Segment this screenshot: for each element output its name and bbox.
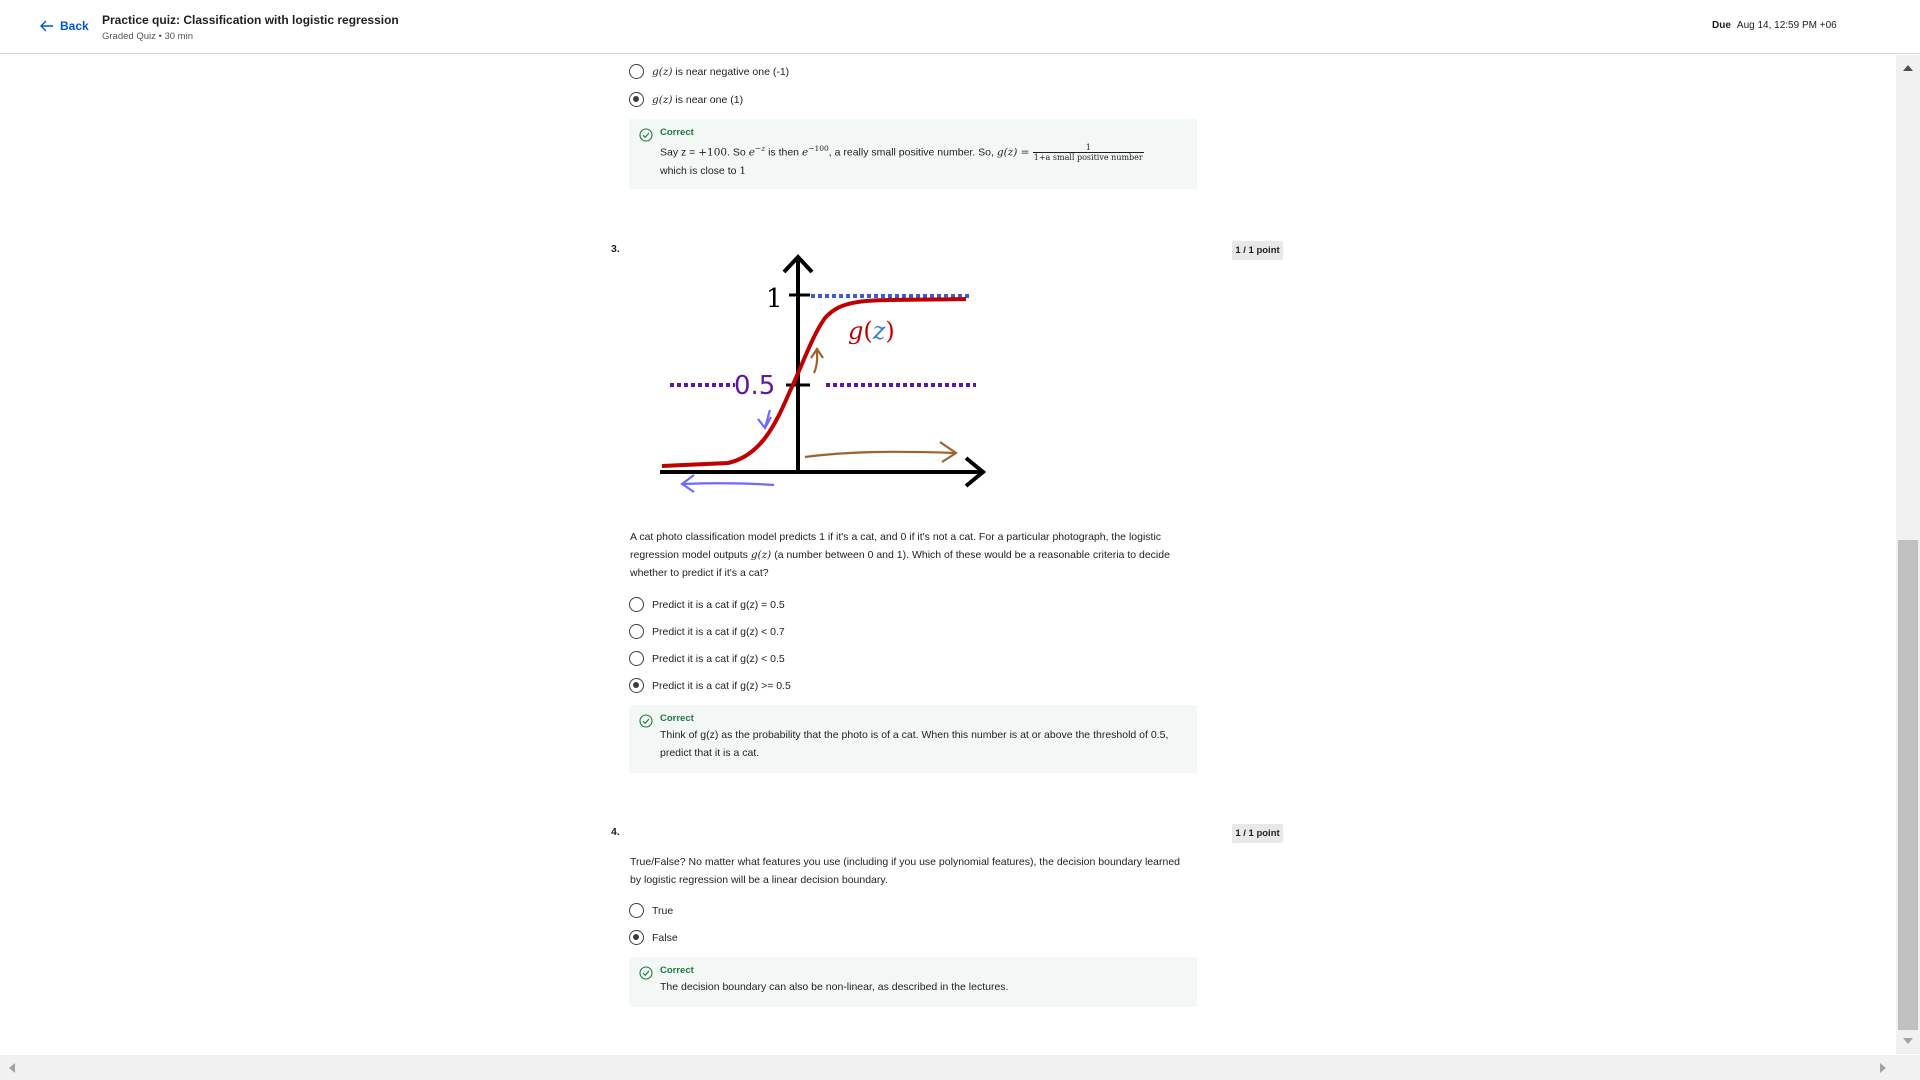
fb-text-4: , a really small positive number. So,	[828, 146, 997, 159]
q4-number: 4.	[611, 826, 620, 838]
quiz-subtitle: Graded Quiz • 30 min	[102, 31, 193, 42]
label-half: 0.5	[734, 371, 775, 401]
quiz-header: Back Practice quiz: Classification with …	[0, 0, 1920, 54]
quiz-title: Practice quiz: Classification with logis…	[102, 13, 399, 27]
horizontal-scrollbar[interactable]	[0, 1055, 1920, 1080]
radio-button-selected[interactable]	[629, 678, 644, 693]
q3-text-math: g(z)	[750, 549, 772, 561]
radio-button[interactable]	[629, 903, 644, 918]
fb-math-2-sup: −z	[754, 144, 766, 153]
scroll-right-icon[interactable]	[1880, 1063, 1886, 1073]
label-paren-open: (	[863, 317, 872, 345]
radio-button[interactable]	[629, 64, 644, 79]
q2-feedback: Correct Say z = +100. So e−z is then e−1…	[629, 119, 1197, 189]
due-label: Due	[1712, 20, 1731, 31]
radio-button-selected[interactable]	[629, 930, 644, 945]
back-button[interactable]: Back	[40, 19, 89, 33]
option-text: Predict it is a cat if g(z) < 0.7	[652, 625, 785, 638]
scroll-left-icon[interactable]	[9, 1063, 15, 1073]
option-text: False	[652, 931, 678, 944]
fraction: 1 1+a small positive number	[1032, 143, 1144, 163]
radio-button-selected[interactable]	[629, 92, 644, 107]
radio-button[interactable]	[629, 624, 644, 639]
fraction-numerator: 1	[1032, 143, 1144, 154]
scrollbar-thumb[interactable]	[1898, 540, 1918, 1030]
fb-math-3-sup: −100	[808, 144, 829, 153]
feedback-text: Think of g(z) as the probability that th…	[660, 729, 1169, 759]
option-text: Predict it is a cat if g(z) = 0.5	[652, 598, 785, 611]
fb-text-2: . So	[727, 146, 749, 159]
option-math: g(z)	[652, 65, 673, 78]
check-circle-icon	[639, 714, 653, 733]
q4-feedback: Correct The decision boundary can also b…	[629, 957, 1197, 1007]
q4-option-false[interactable]: False	[629, 930, 678, 945]
scroll-up-icon[interactable]	[1903, 65, 1913, 71]
option-text: is near one (1)	[672, 93, 744, 106]
fb-text-5: which is close to	[660, 165, 740, 178]
check-circle-icon	[639, 966, 653, 985]
q3-question-text: A cat photo classification model predict…	[630, 528, 1190, 582]
fraction-denominator: 1+a small positive number	[1033, 153, 1143, 163]
q2-option-2[interactable]: g(z) is near one (1)	[629, 92, 743, 107]
option-label: g(z) is near negative one (-1)	[652, 66, 789, 78]
due-value: Aug 14, 12:59 PM +06	[1736, 20, 1837, 31]
scroll-down-icon[interactable]	[1903, 1038, 1913, 1044]
label-g-of-z: g(z)	[848, 317, 895, 345]
feedback-text: Say z = +100. So e−z is then e−100, a re…	[660, 140, 1187, 180]
sigmoid-diagram: 1 0.5 g(z)	[660, 254, 987, 493]
q3-option-3[interactable]: Predict it is a cat if g(z) < 0.5	[629, 651, 785, 666]
label-z: z	[872, 317, 886, 345]
due-date: Due Aug 14, 12:59 PM +06	[1712, 20, 1837, 31]
back-label: Back	[60, 19, 89, 33]
fb-math-1: +100	[698, 146, 728, 159]
q4-option-true[interactable]: True	[629, 903, 673, 918]
q2-option-1[interactable]: g(z) is near negative one (-1)	[629, 64, 789, 79]
option-math: g(z)	[652, 93, 673, 106]
sigmoid-figure: 1 0.5 g(z)	[650, 246, 1000, 501]
left-arrow-blue	[682, 482, 775, 487]
feedback-title: Correct	[660, 713, 694, 724]
option-label: g(z) is near one (1)	[652, 94, 743, 106]
down-arrowhead-blue	[757, 416, 772, 431]
option-text: True	[652, 904, 674, 917]
feedback-title: Correct	[660, 965, 694, 976]
feedback-title: Correct	[660, 127, 694, 138]
fb-math-4: g(z) =	[996, 146, 1033, 159]
check-circle-icon	[639, 128, 653, 147]
arrow-left-icon	[40, 20, 54, 32]
radio-button[interactable]	[629, 651, 644, 666]
fb-text-1: Say z =	[660, 146, 699, 159]
sigmoid-curve	[661, 297, 967, 468]
radio-button[interactable]	[629, 597, 644, 612]
option-text: Predict it is a cat if g(z) >= 0.5	[652, 679, 791, 692]
label-paren-close: )	[885, 317, 894, 345]
feedback-text: The decision boundary can also be non-li…	[660, 981, 1009, 993]
option-text: is near negative one (-1)	[672, 65, 790, 78]
label-one: 1	[766, 284, 783, 314]
q3-option-4[interactable]: Predict it is a cat if g(z) >= 0.5	[629, 678, 791, 693]
q3-option-1[interactable]: Predict it is a cat if g(z) = 0.5	[629, 597, 785, 612]
fb-math-5: 1	[739, 165, 747, 178]
q4-points-badge: 1 / 1 point	[1232, 824, 1283, 843]
label-g: g	[848, 317, 863, 345]
option-text: Predict it is a cat if g(z) < 0.5	[652, 652, 785, 665]
fb-text-3: is then	[765, 146, 802, 159]
q3-option-2[interactable]: Predict it is a cat if g(z) < 0.7	[629, 624, 785, 639]
q4-question-text: True/False? No matter what features you …	[630, 856, 1180, 886]
q3-feedback: Correct Think of g(z) as the probability…	[629, 705, 1197, 773]
q3-points-badge: 1 / 1 point	[1232, 241, 1283, 260]
q3-number: 3.	[611, 243, 620, 255]
right-arrow-brown	[804, 450, 956, 459]
vertical-scrollbar[interactable]	[1896, 55, 1920, 1054]
